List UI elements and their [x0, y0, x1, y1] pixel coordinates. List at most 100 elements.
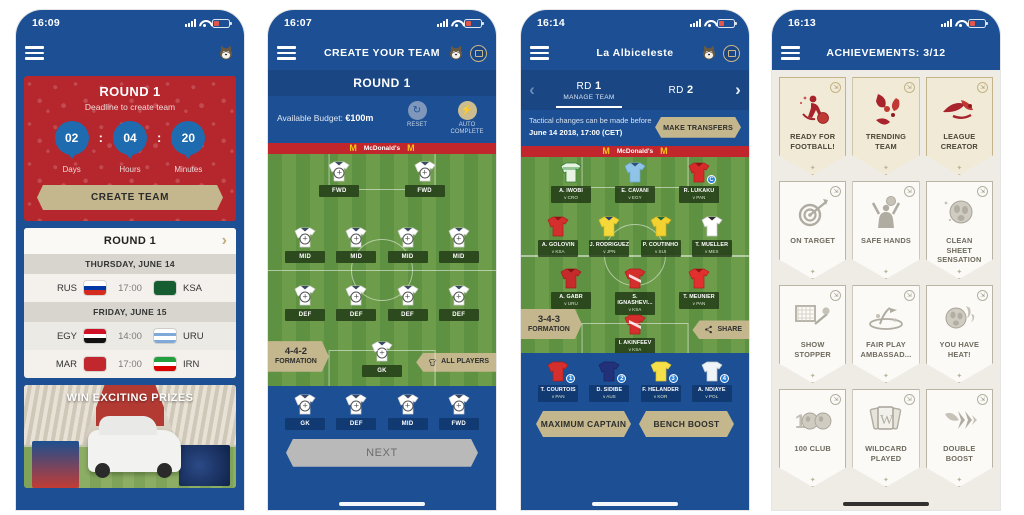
countdown-hours-label: Hours — [119, 165, 141, 174]
chevron-right-icon[interactable]: › — [727, 80, 749, 100]
player-slot-empty[interactable]: + DEF — [438, 284, 479, 321]
achievement-card[interactable]: ⇲ YOU HAVE HEAT! ✦ — [925, 285, 993, 383]
player-card[interactable]: C R. LUKAKU v PAN — [679, 161, 719, 203]
achievement-card[interactable]: ⇲ 1 100 CLUB ✦ — [779, 389, 847, 487]
player-card[interactable]: I. AKINFEEV v KSA — [615, 313, 655, 354]
share-icon[interactable]: ⇲ — [977, 394, 988, 405]
add-player-icon[interactable]: + — [453, 400, 465, 412]
achievement-card[interactable]: ⇲ W WILDCARD PLAYED ✦ — [852, 389, 920, 487]
share-icon[interactable]: ⇲ — [903, 82, 915, 93]
player-card[interactable]: T. MUELLER v MEX — [691, 215, 732, 257]
bench-slot[interactable]: + FWD — [438, 393, 479, 430]
fixture-row[interactable]: RUS 17:00 KSA — [24, 274, 236, 302]
bench-slot[interactable]: + DEF — [336, 393, 377, 430]
add-player-icon[interactable]: + — [350, 400, 362, 412]
achievement-card[interactable]: ⇲ CLEAN SHEET SENSATION ✦ — [925, 181, 993, 279]
player-card[interactable]: P. COUTINHO v SUI — [640, 215, 681, 257]
bench-boost-button[interactable]: BENCH BOOST — [639, 411, 734, 437]
achievement-card[interactable]: ⇲ FAIR PLAY AMBASSAD... ✦ — [852, 285, 920, 383]
next-button[interactable]: NEXT — [286, 439, 478, 467]
achievement-card[interactable]: ⇲ DOUBLE BOOST ✦ — [925, 389, 993, 487]
add-player-icon[interactable]: + — [350, 291, 362, 303]
mascot-wolf-icon[interactable] — [447, 44, 465, 62]
all-players-button[interactable]: ALL PLAYERS — [416, 352, 496, 372]
add-player-icon[interactable]: + — [402, 291, 414, 303]
bench-player-card[interactable]: 3 F. HELANDER v KOR — [640, 360, 681, 402]
hundred-balls-icon: 1 — [784, 398, 841, 444]
share-icon[interactable]: ⇲ — [977, 290, 988, 301]
player-slot-empty[interactable]: + GK — [362, 340, 402, 377]
share-icon[interactable]: ⇲ — [977, 186, 988, 197]
player-slot-empty[interactable]: + MID — [336, 226, 377, 263]
bench-slot[interactable]: + GK — [285, 393, 326, 430]
tab-round-2[interactable]: RD 2 — [635, 70, 727, 110]
tab-round-1[interactable]: RD 1 MANAGE TEAM — [543, 70, 635, 110]
player-slot-empty[interactable]: + DEF — [387, 284, 428, 321]
trophy-badge-icon[interactable] — [470, 44, 487, 62]
hamburger-icon[interactable] — [277, 43, 296, 62]
decor-diamond-icon: ✦ — [883, 269, 889, 276]
decor-diamond-icon: ✦ — [809, 477, 816, 484]
fixture-row[interactable]: MAR 17:00 IRN — [24, 350, 236, 378]
add-player-icon[interactable]: + — [419, 167, 431, 179]
player-card[interactable]: A. IWOBI v CRO — [551, 161, 591, 203]
formation-tag[interactable]: 3-4-3 FORMATION — [521, 309, 582, 340]
fixtures-header[interactable]: ROUND 1 › — [24, 228, 236, 254]
chevron-right-icon[interactable]: › — [222, 233, 227, 249]
bench-slot[interactable]: + MID — [387, 393, 428, 430]
player-card[interactable]: T. MEUNIER v PAN — [679, 267, 719, 315]
achievement-card[interactable]: ⇲ SHOW STOPPER ✦ — [779, 285, 847, 383]
add-player-icon[interactable]: + — [333, 167, 345, 179]
auto-complete-button[interactable]: ⚡ AUTO COMPLETE — [447, 101, 487, 136]
achievement-card[interactable]: ⇲ TRENDING TEAM ✦ — [852, 77, 920, 175]
add-player-icon[interactable]: + — [402, 400, 414, 412]
player-name: A. NDIAYE — [697, 387, 726, 394]
hamburger-icon[interactable] — [530, 43, 549, 62]
achievement-card[interactable]: ⇲ READY FOR FOOTBALL! ✦ — [779, 77, 847, 175]
player-slot-empty[interactable]: + FWD — [319, 160, 360, 197]
achievement-card[interactable]: ⇲ ON TARGET ✦ — [779, 181, 847, 279]
mascot-wolf-icon[interactable] — [217, 44, 235, 62]
add-player-icon[interactable]: + — [453, 291, 465, 303]
hamburger-icon[interactable] — [781, 43, 800, 62]
bench-player-card[interactable]: 1 T. COURTOIS v PAN — [538, 360, 579, 402]
add-player-icon[interactable]: + — [453, 233, 465, 245]
player-slot-empty[interactable]: + MID — [438, 226, 479, 263]
fixture-row[interactable]: EGY 14:00 URU — [24, 322, 236, 350]
formation-tag[interactable]: 4-4-2 FORMATION — [268, 341, 329, 372]
hamburger-icon[interactable] — [25, 43, 44, 62]
add-player-icon[interactable]: + — [299, 233, 311, 245]
share-button[interactable]: SHARE — [692, 320, 749, 340]
achievement-card[interactable]: ⇲ LEAGUE CREATOR ✦ — [925, 77, 993, 175]
share-icon[interactable]: ⇲ — [903, 394, 915, 405]
player-card[interactable]: E. CAVANI v EGY — [615, 161, 655, 203]
promo-banner[interactable]: WIN EXCITING PRIZES — [24, 385, 236, 488]
add-player-icon[interactable]: + — [402, 233, 414, 245]
add-player-icon[interactable]: + — [299, 291, 311, 303]
share-icon[interactable]: ⇲ — [903, 186, 915, 197]
player-slot-empty[interactable]: + DEF — [285, 284, 326, 321]
add-player-icon[interactable]: + — [376, 347, 388, 359]
player-slot-empty[interactable]: + FWD — [404, 160, 445, 197]
player-card[interactable]: A. GOLOVIN v KSA — [538, 215, 579, 257]
reset-button[interactable]: ↻ RESET — [397, 101, 437, 136]
bench-player-card[interactable]: 4 A. NDIAYE v POL — [691, 360, 732, 402]
player-slot-empty[interactable]: + MID — [285, 226, 326, 263]
player-slot-empty[interactable]: + DEF — [336, 284, 377, 321]
maximum-captain-button[interactable]: MAXIMUM CAPTAIN — [536, 411, 631, 437]
share-icon[interactable]: ⇲ — [903, 290, 915, 301]
add-player-icon[interactable]: + — [299, 400, 311, 412]
create-team-button[interactable]: CREATE TEAM — [37, 185, 223, 210]
mascot-wolf-icon[interactable] — [700, 44, 718, 62]
add-player-icon[interactable]: + — [350, 233, 362, 245]
share-icon[interactable]: ⇲ — [977, 82, 988, 93]
achievement-card[interactable]: ⇲ SAFE HANDS ✦ — [852, 181, 920, 279]
trophy-badge-icon[interactable] — [723, 44, 740, 62]
player-card[interactable]: A. GABR v URU — [551, 267, 591, 315]
player-card[interactable]: S. IGNASHEVI... v KSA — [615, 267, 655, 315]
player-slot-empty[interactable]: + MID — [387, 226, 428, 263]
make-transfers-button[interactable]: MAKE TRANSFERS — [655, 117, 741, 138]
bench-player-card[interactable]: 2 D. SIDIBE v AUS — [589, 360, 630, 402]
player-card[interactable]: J. RODRIGUEZ v JPN — [589, 215, 630, 257]
chevron-left-icon[interactable]: ‹ — [521, 80, 543, 100]
